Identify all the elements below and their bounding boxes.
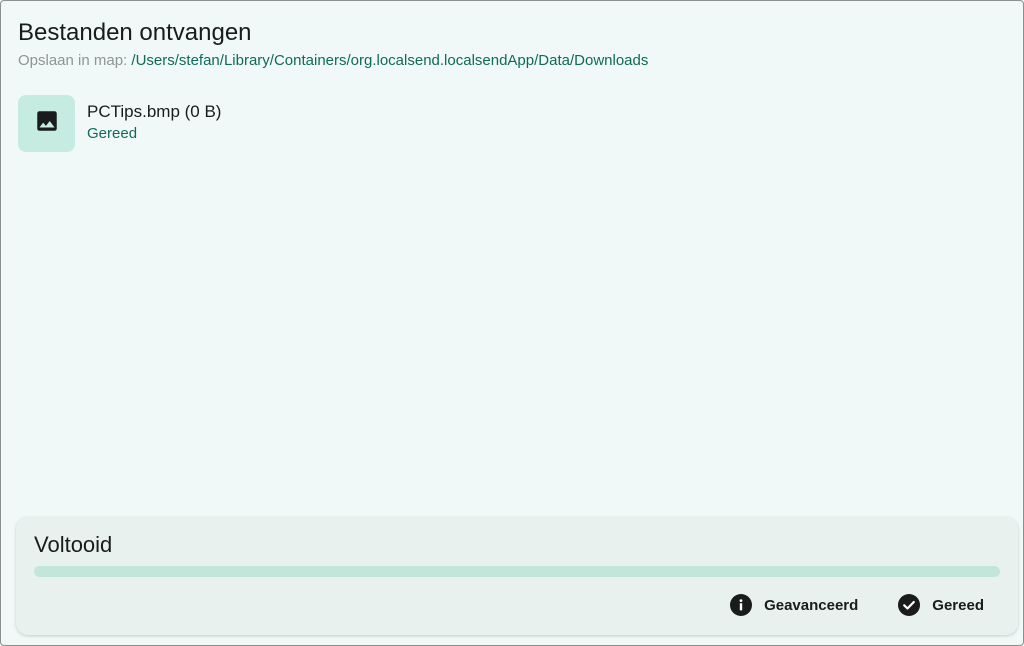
advanced-button[interactable]: Geavanceerd xyxy=(730,594,858,616)
file-status: Gereed xyxy=(87,125,138,142)
page-title: Bestanden ontvangen xyxy=(18,19,252,46)
file-name: PCTips.bmp (0 B) xyxy=(87,102,222,121)
image-icon xyxy=(34,108,60,139)
info-icon xyxy=(730,594,753,616)
progress-bar xyxy=(34,566,1000,577)
check-circle-icon xyxy=(898,594,921,616)
done-button-label: Gereed xyxy=(932,596,984,614)
save-location-label: Opslaan in map: xyxy=(18,52,128,69)
save-location-path[interactable]: /Users/stefan/Library/Containers/org.loc… xyxy=(131,52,648,69)
progress-bar-fill xyxy=(34,566,1000,577)
progress-panel: Voltooid Geavanceerd Gereed xyxy=(16,517,1018,635)
file-thumbnail xyxy=(18,95,75,152)
save-location: Opslaan in map: /Users/stefan/Library/Co… xyxy=(18,51,648,71)
done-button[interactable]: Gereed xyxy=(898,594,984,616)
progress-title: Voltooid xyxy=(34,532,113,557)
advanced-button-label: Geavanceerd xyxy=(764,596,859,614)
file-list-item: PCTips.bmp (0 B) Gereed xyxy=(18,95,221,152)
action-bar: Geavanceerd Gereed xyxy=(730,594,984,616)
file-info: PCTips.bmp (0 B) Gereed xyxy=(87,95,221,144)
